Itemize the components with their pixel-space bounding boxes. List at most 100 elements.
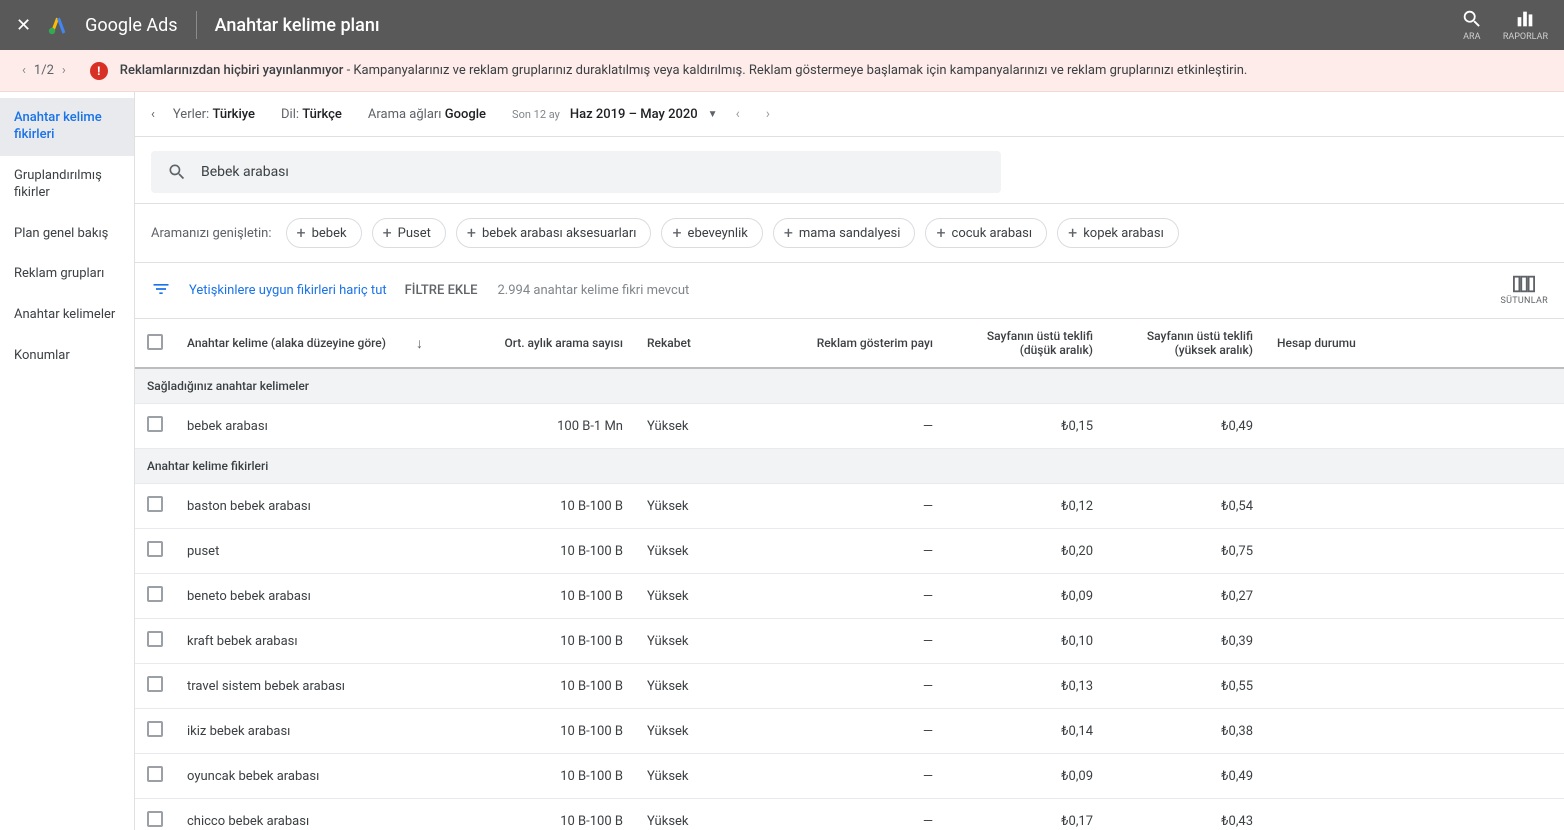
row-checkbox[interactable] xyxy=(135,799,175,830)
back-icon[interactable]: ‹ xyxy=(151,103,163,126)
cell-competition: Yüksek xyxy=(635,709,785,754)
sidebar-item-keyword-ideas[interactable]: Anahtar kelime fikirleri xyxy=(0,98,134,156)
cell-keyword: baston bebek arabası xyxy=(175,484,435,529)
cell-impression: — xyxy=(785,529,945,574)
table-row[interactable]: bebek arabası100 B-1 MnYüksek—₺0,15₺0,49 xyxy=(135,404,1564,449)
expand-search-row: Aramanızı genişletin: +bebek +Puset +beb… xyxy=(135,204,1564,263)
table-row[interactable]: ikiz bebek arabası10 B-100 BYüksek—₺0,14… xyxy=(135,709,1564,754)
table-row[interactable]: baston bebek arabası10 B-100 BYüksek—₺0,… xyxy=(135,484,1564,529)
cell-competition: Yüksek xyxy=(635,664,785,709)
header-checkbox[interactable] xyxy=(135,319,175,368)
filter-icon[interactable] xyxy=(151,279,171,303)
cell-impression: — xyxy=(785,619,945,664)
row-checkbox[interactable] xyxy=(135,574,175,619)
row-checkbox[interactable] xyxy=(135,484,175,529)
cell-bid-low: ₺0,10 xyxy=(945,619,1105,664)
cell-bid-low: ₺0,20 xyxy=(945,529,1105,574)
search-input[interactable]: Bebek arabası xyxy=(151,151,1001,193)
expand-chip[interactable]: +mama sandalyesi xyxy=(773,218,916,248)
topbar-reports-button[interactable]: RAPORLAR xyxy=(1503,8,1548,42)
sidebar-item-adgroups[interactable]: Reklam grupları xyxy=(0,254,134,295)
expand-chip[interactable]: +ebeveynlik xyxy=(661,218,762,248)
cell-keyword: ikiz bebek arabası xyxy=(175,709,435,754)
cell-bid-high: ₺0,54 xyxy=(1105,484,1265,529)
date-prev-icon[interactable]: ‹ xyxy=(728,102,748,126)
cell-keyword: kraft bebek arabası xyxy=(175,619,435,664)
table-row[interactable]: beneto bebek arabası10 B-100 BYüksek—₺0,… xyxy=(135,574,1564,619)
plus-icon: + xyxy=(672,225,681,241)
expand-chip[interactable]: +Puset xyxy=(372,218,446,248)
cell-volume: 10 B-100 B xyxy=(435,664,635,709)
sidebar-item-keywords[interactable]: Anahtar kelimeler xyxy=(0,295,134,336)
columns-icon xyxy=(1513,275,1535,293)
date-next-icon[interactable]: › xyxy=(758,102,778,126)
header-volume[interactable]: Ort. aylık arama sayısı xyxy=(435,319,635,368)
search-icon xyxy=(167,162,187,182)
cell-competition: Yüksek xyxy=(635,754,785,799)
alert-page-count: 1/2 xyxy=(34,63,54,78)
cell-status xyxy=(1265,619,1564,664)
sidebar-item-locations[interactable]: Konumlar xyxy=(0,336,134,377)
cell-keyword: oyuncak bebek arabası xyxy=(175,754,435,799)
language-segment[interactable]: Dil: Türkçe xyxy=(281,107,342,122)
keyword-table: Anahtar kelime (alaka düzeyine göre)↓ Or… xyxy=(135,319,1564,830)
add-filter-button[interactable]: FİLTRE EKLE xyxy=(405,283,478,298)
expand-chip[interactable]: +bebek arabası aksesuarları xyxy=(456,218,652,248)
sidebar: Anahtar kelime fikirleri Gruplandırılmış… xyxy=(0,92,135,830)
cell-status xyxy=(1265,484,1564,529)
sidebar-item-grouped-ideas[interactable]: Gruplandırılmış fikirler xyxy=(0,156,134,214)
expand-chip[interactable]: +bebek xyxy=(286,218,362,248)
sort-down-icon: ↓ xyxy=(416,335,423,352)
search-term: Bebek arabası xyxy=(201,164,289,180)
cell-status xyxy=(1265,529,1564,574)
dropdown-icon: ▼ xyxy=(708,109,718,120)
cell-bid-high: ₺0,49 xyxy=(1105,754,1265,799)
close-icon[interactable]: ✕ xyxy=(16,15,31,36)
table-row[interactable]: kraft bebek arabası10 B-100 BYüksek—₺0,1… xyxy=(135,619,1564,664)
row-checkbox[interactable] xyxy=(135,664,175,709)
expand-label: Aramanızı genişletin: xyxy=(151,226,272,241)
header-account-status[interactable]: Hesap durumu xyxy=(1265,319,1564,368)
expand-chip[interactable]: +kopek arabası xyxy=(1057,218,1179,248)
header-bid-high[interactable]: Sayfanın üstü teklifi (yüksek aralık) xyxy=(1105,319,1265,368)
topbar-search-button[interactable]: ARA xyxy=(1461,8,1483,42)
header-keyword[interactable]: Anahtar kelime (alaka düzeyine göre)↓ xyxy=(175,319,435,368)
table-row[interactable]: chicco bebek arabası10 B-100 BYüksek—₺0,… xyxy=(135,799,1564,830)
cell-competition: Yüksek xyxy=(635,574,785,619)
cell-bid-high: ₺0,55 xyxy=(1105,664,1265,709)
table-row[interactable]: travel sistem bebek arabası10 B-100 BYük… xyxy=(135,664,1564,709)
row-checkbox[interactable] xyxy=(135,404,175,449)
date-range[interactable]: Son 12 ay Haz 2019 – May 2020 ▼ ‹ › xyxy=(512,102,778,126)
row-checkbox[interactable] xyxy=(135,754,175,799)
table-row[interactable]: puset10 B-100 BYüksek—₺0,20₺0,75 xyxy=(135,529,1564,574)
cell-bid-high: ₺0,38 xyxy=(1105,709,1265,754)
network-segment[interactable]: Arama ağları Google xyxy=(368,107,486,122)
alert-prev-icon[interactable]: ‹ xyxy=(16,59,32,82)
expand-chip[interactable]: +cocuk arabası xyxy=(925,218,1047,248)
divider xyxy=(196,11,197,39)
alert-next-icon[interactable]: › xyxy=(56,59,72,82)
cell-impression: — xyxy=(785,754,945,799)
cell-competition: Yüksek xyxy=(635,799,785,830)
header-impression-share[interactable]: Reklam gösterim payı xyxy=(785,319,945,368)
row-checkbox[interactable] xyxy=(135,529,175,574)
cell-impression: — xyxy=(785,404,945,449)
exclude-adult-link[interactable]: Yetişkinlere uygun fikirleri hariç tut xyxy=(189,283,387,298)
table-toolbar: Yetişkinlere uygun fikirleri hariç tut F… xyxy=(135,263,1564,319)
logo: Google Ads xyxy=(47,14,177,36)
header-competition[interactable]: Rekabet xyxy=(635,319,785,368)
table-row[interactable]: oyuncak bebek arabası10 B-100 BYüksek—₺0… xyxy=(135,754,1564,799)
sidebar-item-plan-overview[interactable]: Plan genel bakış xyxy=(0,214,134,255)
row-checkbox[interactable] xyxy=(135,709,175,754)
columns-button[interactable]: SÜTUNLAR xyxy=(1500,275,1548,306)
header-bid-low[interactable]: Sayfanın üstü teklifi (düşük aralık) xyxy=(945,319,1105,368)
places-segment[interactable]: Yerler: Türkiye xyxy=(173,107,255,122)
row-checkbox[interactable] xyxy=(135,619,175,664)
cell-volume: 10 B-100 B xyxy=(435,709,635,754)
cell-impression: — xyxy=(785,664,945,709)
cell-bid-high: ₺0,43 xyxy=(1105,799,1265,830)
plus-icon: + xyxy=(297,225,306,241)
plus-icon: + xyxy=(1068,225,1077,241)
content-area: ‹ Yerler: Türkiye Dil: Türkçe Arama ağla… xyxy=(135,92,1564,830)
cell-volume: 10 B-100 B xyxy=(435,484,635,529)
